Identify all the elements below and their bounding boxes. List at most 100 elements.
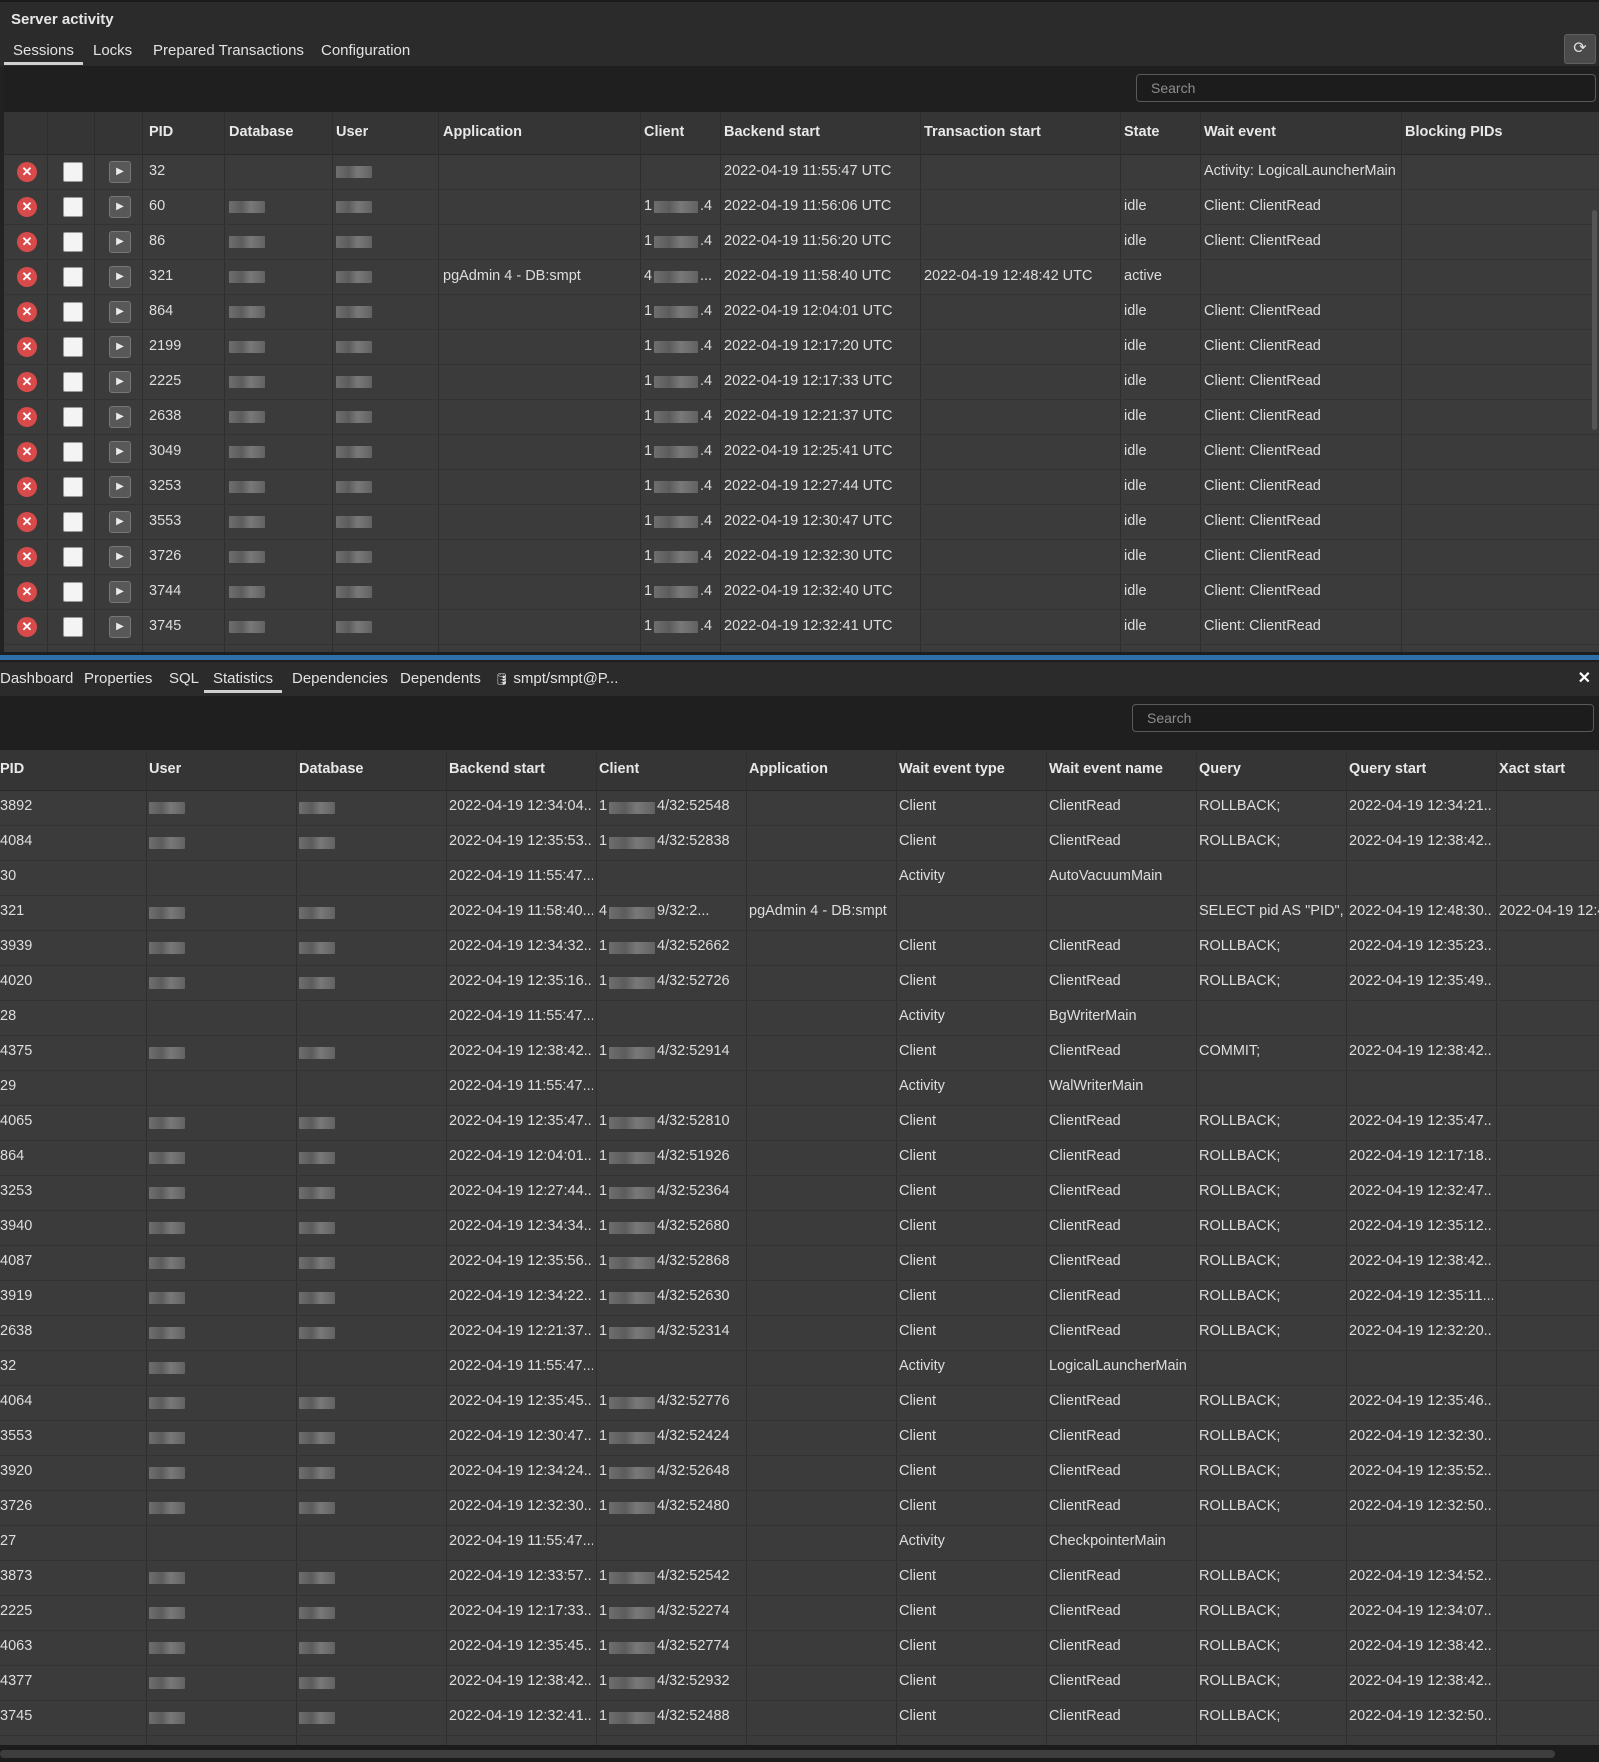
table-row[interactable]: 3939 2022-04-19 12:34:32... 1 4/32:52662 Cli… [0,930,1599,966]
expand-row-icon[interactable]: ▶ [109,511,131,533]
terminate-session-icon[interactable] [63,162,83,182]
table-row[interactable]: 3253 2022-04-19 12:27:44... 1 4/32:52364 Cli… [0,1175,1599,1211]
terminate-session-icon[interactable] [63,582,83,602]
table-row[interactable]: 3553 2022-04-19 12:30:47... 1 4/32:52424 Cli… [0,1420,1599,1456]
table-row[interactable]: ✕ ▶ 3745 1.4 2022-04-19 12:32:41 UTC idle Clie… [4,609,1599,645]
column-header-client[interactable]: Client [644,124,684,140]
terminate-session-icon[interactable] [63,512,83,532]
column-header-blocking-pids[interactable]: Blocking PIDs [1405,124,1503,140]
column-header-application[interactable]: Application [749,761,828,777]
cancel-query-icon[interactable]: ✕ [17,582,37,602]
sessions-search-input[interactable] [1136,74,1596,102]
cancel-query-icon[interactable]: ✕ [17,302,37,322]
column-header-user[interactable]: User [336,124,368,140]
cancel-query-icon[interactable]: ✕ [17,197,37,217]
cancel-query-icon[interactable]: ✕ [17,232,37,252]
cancel-query-icon[interactable]: ✕ [17,477,37,497]
table-row[interactable]: ✕ ▶ 60 1.4 2022-04-19 11:56:06 UTC idle Client… [4,189,1599,225]
cancel-query-icon[interactable]: ✕ [17,442,37,462]
expand-row-icon[interactable]: ▶ [109,581,131,603]
column-header-xact-start[interactable]: Xact start [1499,761,1565,777]
tab-sql[interactable]: SQL [160,668,208,690]
table-row[interactable]: 4063 2022-04-19 12:35:45... 1 4/32:52774 Cli… [0,1630,1599,1666]
table-row[interactable]: 27 2022-04-19 11:55:47... Activity Checkpoi… [0,1525,1599,1561]
terminate-session-icon[interactable] [63,442,83,462]
cancel-query-icon[interactable]: ✕ [17,512,37,532]
table-row[interactable]: 4065 2022-04-19 12:35:47... 1 4/32:52810 Cli… [0,1105,1599,1141]
expand-row-icon[interactable]: ▶ [109,161,131,183]
table-row[interactable]: ✕ ▶ 3553 1.4 2022-04-19 12:30:47 UTC idle Clie… [4,504,1599,540]
table-row[interactable]: 30 2022-04-19 11:55:47... Activity AutoVacu… [0,860,1599,896]
tab-query-tool[interactable]: 🛢 smpt/smpt@P... [485,668,627,690]
table-row[interactable]: 4084 2022-04-19 12:35:53... 1 4/32:52838 Cli… [0,825,1599,861]
table-row[interactable]: 3873 2022-04-19 12:33:57... 1 4/32:52542 Cli… [0,1560,1599,1596]
table-row[interactable]: 3920 2022-04-19 12:34:24... 1 4/32:52648 Cli… [0,1455,1599,1491]
terminate-session-icon[interactable] [63,267,83,287]
cancel-query-icon[interactable]: ✕ [17,407,37,427]
table-row[interactable]: 3745 2022-04-19 12:32:41... 1 4/32:52488 Cli… [0,1700,1599,1736]
table-row[interactable]: 4377 2022-04-19 12:38:42... 1 4/32:52932 Cli… [0,1665,1599,1701]
expand-row-icon[interactable]: ▶ [109,336,131,358]
terminate-session-icon[interactable] [63,197,83,217]
tab-properties[interactable]: Properties [75,668,161,690]
table-row[interactable]: ✕ ▶ 3049 1.4 2022-04-19 12:25:41 UTC idle Clie… [4,434,1599,470]
table-row[interactable]: ✕ ▶ 86 1.4 2022-04-19 11:56:20 UTC idle Client… [4,224,1599,260]
panel-splitter[interactable] [0,652,1599,662]
table-row[interactable]: ✕ ▶ 321 pgAdmin 4 - DB:smpt 4... 2022-04-19 1… [4,259,1599,295]
table-row[interactable]: 2638 2022-04-19 12:21:37... 1 4/32:52314 Cli… [0,1315,1599,1351]
terminate-session-icon[interactable] [63,617,83,637]
column-header-pid[interactable]: PID [0,761,24,777]
column-header-database[interactable]: Database [299,761,363,777]
close-icon[interactable]: ✕ [1578,668,1591,688]
column-header-application[interactable]: Application [443,124,522,140]
table-row[interactable]: ✕ ▶ 2225 1.4 2022-04-19 12:17:33 UTC idle Clie… [4,364,1599,400]
table-row[interactable]: 28 2022-04-19 11:55:47... Activity BgWriter… [0,1000,1599,1036]
terminate-session-icon[interactable] [63,302,83,322]
cancel-query-icon[interactable]: ✕ [17,337,37,357]
terminate-session-icon[interactable] [63,337,83,357]
table-row[interactable]: 3892 2022-04-19 12:34:04... 1 4/32:52548 Cli… [0,790,1599,826]
tab-dependencies[interactable]: Dependencies [283,668,397,690]
terminate-session-icon[interactable] [63,372,83,392]
refresh-button[interactable]: ⟳ [1564,34,1596,64]
column-header-client[interactable]: Client [599,761,639,777]
expand-row-icon[interactable]: ▶ [109,476,131,498]
table-row[interactable]: 2225 2022-04-19 12:17:33... 1 4/32:52274 Cli… [0,1595,1599,1631]
table-row[interactable]: 4064 2022-04-19 12:35:45... 1 4/32:52776 Cli… [0,1385,1599,1421]
table-row[interactable]: 4087 2022-04-19 12:35:56... 1 4/32:52868 Cli… [0,1245,1599,1281]
column-header-user[interactable]: User [149,761,181,777]
cancel-query-icon[interactable]: ✕ [17,372,37,392]
column-header-query-start[interactable]: Query start [1349,761,1426,777]
tab-prepared-transactions[interactable]: Prepared Transactions [144,40,313,62]
column-header-pid[interactable]: PID [149,124,173,140]
tab-dependents[interactable]: Dependents [391,668,490,690]
column-header-transaction-start[interactable]: Transaction start [924,124,1041,140]
expand-row-icon[interactable]: ▶ [109,266,131,288]
horizontal-scrollbar[interactable] [0,1745,1599,1762]
expand-row-icon[interactable]: ▶ [109,616,131,638]
table-row[interactable]: 29 2022-04-19 11:55:47... Activity WalWrite… [0,1070,1599,1106]
table-row[interactable]: 3726 2022-04-19 12:32:30... 1 4/32:52480 Cli… [0,1490,1599,1526]
cancel-query-icon[interactable]: ✕ [17,617,37,637]
expand-row-icon[interactable]: ▶ [109,231,131,253]
tab-dashboard[interactable]: Dashboard [0,668,82,690]
expand-row-icon[interactable]: ▶ [109,196,131,218]
expand-row-icon[interactable]: ▶ [109,301,131,323]
statistics-search-input[interactable] [1132,704,1594,732]
terminate-session-icon[interactable] [63,232,83,252]
sessions-scrollbar[interactable] [1592,210,1597,430]
expand-row-icon[interactable]: ▶ [109,441,131,463]
table-row[interactable]: 32 2022-04-19 11:55:47... Activity LogicalL… [0,1350,1599,1386]
terminate-session-icon[interactable] [63,477,83,497]
cancel-query-icon[interactable]: ✕ [17,162,37,182]
table-row[interactable]: 3919 2022-04-19 12:34:22... 1 4/32:52630 Cli… [0,1280,1599,1316]
tab-configuration[interactable]: Configuration [312,40,419,62]
table-row[interactable]: ✕ ▶ 3253 1.4 2022-04-19 12:27:44 UTC idle Clie… [4,469,1599,505]
table-row[interactable]: ✕ ▶ 2199 1.4 2022-04-19 12:17:20 UTC idle Clie… [4,329,1599,365]
column-header-state[interactable]: State [1124,124,1159,140]
column-header-query[interactable]: Query [1199,761,1241,777]
table-row[interactable]: 4375 2022-04-19 12:38:42... 1 4/32:52914 Cli… [0,1035,1599,1071]
table-row[interactable]: 864 2022-04-19 12:04:01... 1 4/32:51926 Clie… [0,1140,1599,1176]
table-row[interactable]: ✕ ▶ 2638 1.4 2022-04-19 12:21:37 UTC idle Clie… [4,399,1599,435]
cancel-query-icon[interactable]: ✕ [17,547,37,567]
